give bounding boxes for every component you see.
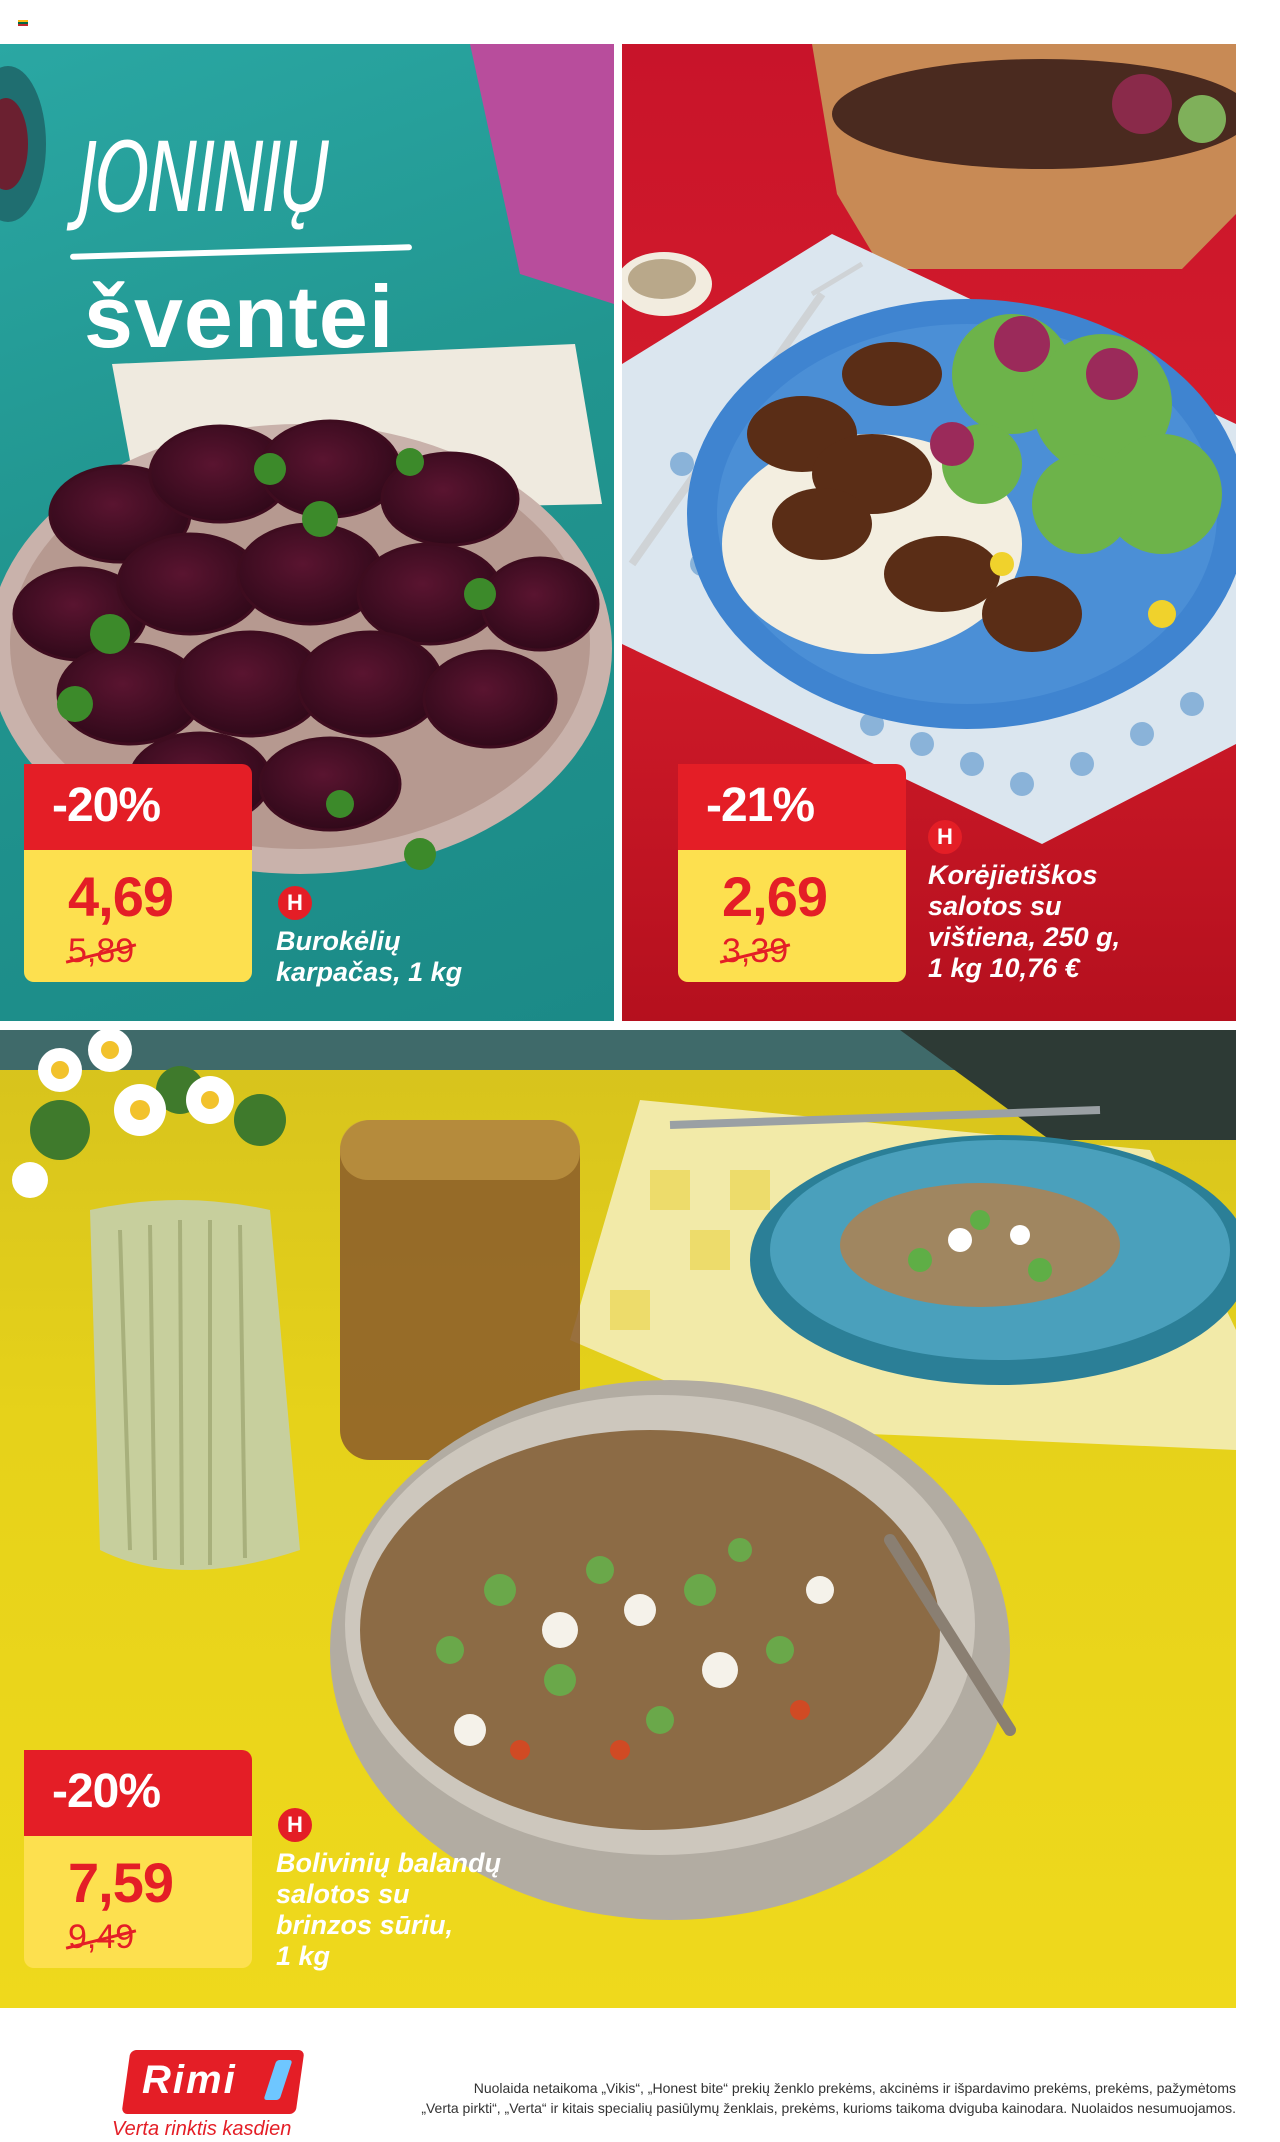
product-name-line: brinzos sūriu, (276, 1910, 454, 1940)
footnote-line: „Verta pirkti“, „Verta“ ir kitais specia… (421, 2100, 1236, 2116)
discount-label: -20% (24, 764, 252, 850)
price-box: 4,69 5,89 (24, 850, 252, 982)
page-title-line2: šventei (84, 267, 395, 366)
current-price: 7,59 (68, 1851, 174, 1914)
product-name-line: Burokėlių (276, 926, 401, 956)
product-name-line: 1 kg 10,76 € (928, 953, 1080, 983)
price-badge: -21% 2,69 3,39 (678, 764, 906, 982)
slogan: Verta rinktis kasdien (112, 2118, 292, 2140)
product-name-line: vištiena, 250 g, (928, 922, 1121, 952)
old-price: 5,89 (68, 932, 135, 970)
honest-mark-icon: H (278, 886, 312, 920)
honest-mark-icon: H (928, 820, 962, 854)
product-name: Bolivinių balandų salotos su brinzos sūr… (276, 1848, 501, 1972)
old-price: 3,39 (722, 932, 789, 970)
product-name-line: Bolivinių balandų (276, 1848, 502, 1878)
quinoa-salad-panel: -20% 7,59 9,49 H Bolivinių balandų salot… (0, 1030, 1236, 2008)
beet-carpaccio-panel: JONINIŲ šventei -20% 4,69 5,89 H Burokėl… (0, 44, 614, 1021)
product-name-line: 1 kg (276, 1941, 331, 1971)
honest-mark-icon: H (278, 1808, 312, 1842)
product-name: Korėjietiškos salotos su vištiena, 250 g… (928, 860, 1120, 984)
product-name-line: salotos su (276, 1879, 410, 1909)
page-title-line1: JONINIŲ (78, 122, 330, 234)
price-badge: -20% 7,59 9,49 (24, 1750, 252, 1968)
product-name-line: Korėjietiškos (928, 860, 1098, 890)
price-box: 2,69 3,39 (678, 850, 906, 982)
rimi-logo-text: Rimi (142, 2058, 237, 2102)
price-box: 7,59 9,49 (24, 1836, 252, 1968)
discount-label: -21% (678, 764, 906, 850)
discount-label: -20% (24, 1750, 252, 1836)
price-badge: -20% 4,69 5,89 (24, 764, 252, 982)
current-price: 4,69 (68, 865, 174, 928)
footnote-line: Nuolaida netaikoma „Vikis“, „Honest bite… (473, 2080, 1236, 2096)
legal-footnote: Nuolaida netaikoma „Vikis“, „Honest bite… (356, 2078, 1236, 2118)
old-price: 9,49 (68, 1918, 135, 1956)
product-name: Burokėlių karpačas, 1 kg (276, 926, 462, 988)
korean-salad-panel: -21% 2,69 3,39 H Korėjietiškos salotos s… (622, 44, 1236, 1021)
current-price: 2,69 (722, 865, 828, 928)
product-name-line: karpačas, 1 kg (276, 957, 463, 987)
product-name-line: salotos su (928, 891, 1062, 921)
lithuanian-flag-icon (18, 20, 28, 26)
